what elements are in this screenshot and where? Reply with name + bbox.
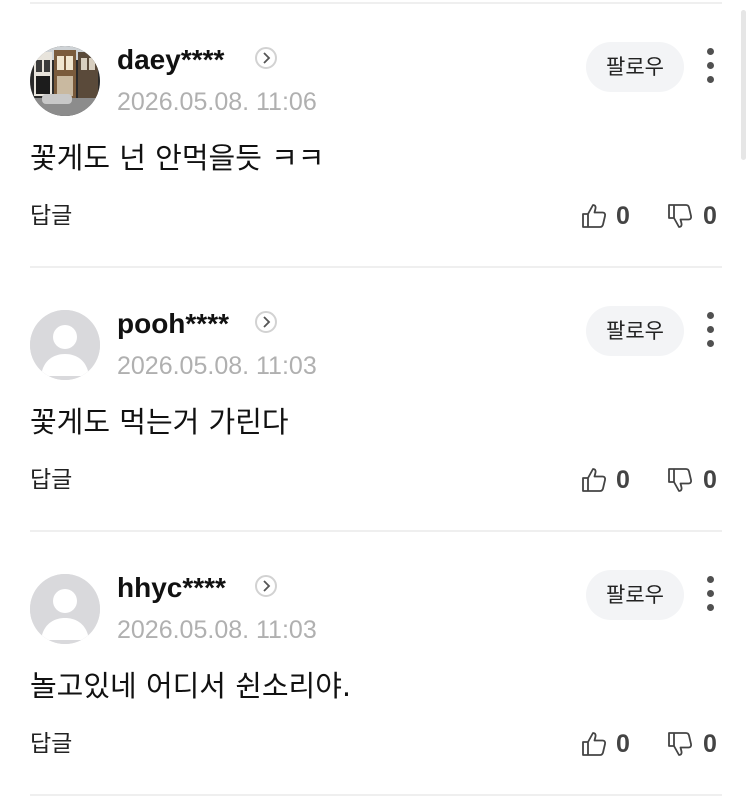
thumbs-down-icon xyxy=(668,468,693,492)
reply-button[interactable]: 답글 xyxy=(30,198,72,234)
dislike-button[interactable]: 0 xyxy=(666,725,726,763)
comment-item: hhyc**** 2026.05.08. 11:03 팔로우 놀고있네 어디서 … xyxy=(0,532,750,796)
username[interactable]: pooh**** xyxy=(117,304,229,344)
thumbs-down-icon xyxy=(668,204,693,228)
thumbs-up-icon xyxy=(582,468,607,492)
dislike-button[interactable]: 0 xyxy=(666,461,726,499)
follow-button[interactable]: 팔로우 xyxy=(586,570,684,620)
avatar-photo xyxy=(30,46,100,116)
more-options-icon[interactable] xyxy=(700,46,722,86)
dislike-count: 0 xyxy=(703,202,717,230)
thumbs-up-icon xyxy=(582,204,607,228)
timestamp: 2026.05.08. 11:06 xyxy=(117,88,317,116)
profile-chevron-right-icon[interactable] xyxy=(255,311,277,333)
username[interactable]: daey**** xyxy=(117,40,224,80)
comment-item: pooh**** 2026.05.08. 11:03 팔로우 꽃게도 먹는거 가… xyxy=(0,268,750,532)
like-button[interactable]: 0 xyxy=(580,461,636,499)
like-count: 0 xyxy=(616,202,630,230)
dislike-count: 0 xyxy=(703,466,717,494)
thumbs-up-icon xyxy=(582,732,607,756)
reply-button[interactable]: 답글 xyxy=(30,726,72,762)
comment-text: 꽃게도 넌 안먹을듯 ㅋㅋ xyxy=(30,141,325,175)
timestamp: 2026.05.08. 11:03 xyxy=(117,352,317,380)
like-button[interactable]: 0 xyxy=(580,725,636,763)
dislike-count: 0 xyxy=(703,730,717,758)
avatar[interactable] xyxy=(30,46,100,116)
more-options-icon[interactable] xyxy=(700,574,722,614)
more-options-icon[interactable] xyxy=(700,310,722,350)
like-button[interactable]: 0 xyxy=(580,197,636,235)
like-count: 0 xyxy=(616,466,630,494)
profile-chevron-right-icon[interactable] xyxy=(255,575,277,597)
reply-button[interactable]: 답글 xyxy=(30,462,72,498)
username[interactable]: hhyc**** xyxy=(117,568,226,608)
timestamp: 2026.05.08. 11:03 xyxy=(117,616,317,644)
comment-text: 꽃게도 먹는거 가린다 xyxy=(30,405,289,439)
follow-button[interactable]: 팔로우 xyxy=(586,42,684,92)
avatar[interactable] xyxy=(30,310,100,380)
comment-divider xyxy=(30,794,722,796)
profile-chevron-right-icon[interactable] xyxy=(255,47,277,69)
thumbs-down-icon xyxy=(668,732,693,756)
default-avatar-icon xyxy=(30,310,100,380)
follow-button[interactable]: 팔로우 xyxy=(586,306,684,356)
comment-text: 놀고있네 어디서 쉰소리야. xyxy=(30,669,352,703)
comment-item: daey**** 2026.05.08. 11:06 팔로우 꽃게도 넌 안먹을… xyxy=(0,4,750,268)
default-avatar-icon xyxy=(30,574,100,644)
dislike-button[interactable]: 0 xyxy=(666,197,726,235)
avatar[interactable] xyxy=(30,574,100,644)
like-count: 0 xyxy=(616,730,630,758)
